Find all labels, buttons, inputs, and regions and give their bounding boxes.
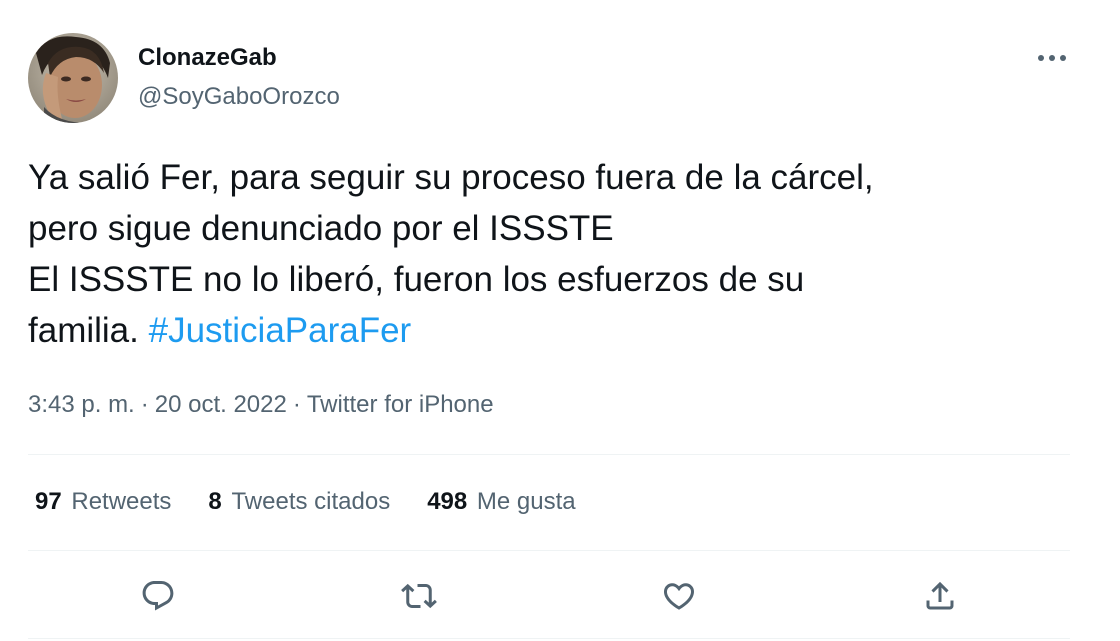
reply-icon (142, 581, 174, 611)
divider (28, 454, 1070, 455)
avatar[interactable] (28, 33, 118, 123)
reply-button[interactable] (134, 572, 182, 620)
hashtag-link[interactable]: #JusticiaParaFer (149, 311, 412, 350)
tweet-text-line: familia. #JusticiaParaFer (28, 305, 1078, 356)
quotes-stat[interactable]: 8 Tweets citados (208, 488, 390, 516)
likes-label: Me gusta (476, 488, 576, 515)
likes-count: 498 (427, 488, 468, 515)
tweet-time[interactable]: 3:43 p. m. (28, 391, 135, 418)
retweets-stat[interactable]: 97 Retweets (35, 488, 171, 516)
retweets-count: 97 (35, 488, 62, 515)
engagement-stats: 97 Retweets 8 Tweets citados 498 Me gust… (35, 488, 613, 516)
meta-separator: · (292, 391, 301, 418)
tweet-date[interactable]: 20 oct. 2022 (155, 391, 287, 418)
more-options-button[interactable] (1030, 40, 1074, 76)
more-dots-icon (1038, 55, 1066, 61)
retweet-button[interactable] (395, 572, 443, 620)
tweet-source[interactable]: Twitter for iPhone (307, 391, 494, 418)
like-button[interactable] (655, 572, 703, 620)
tweet-meta: 3:43 p. m. · 20 oct. 2022 · Twitter for iPho… (28, 391, 494, 419)
author-display-name[interactable]: ClonazeGab (138, 44, 277, 72)
tweet-text-fragment: familia. (28, 311, 139, 350)
retweet-icon (401, 583, 437, 609)
meta-separator: · (140, 391, 149, 418)
share-icon (926, 581, 954, 610)
likes-stat[interactable]: 498 Me gusta (427, 488, 575, 516)
retweets-label: Retweets (71, 488, 172, 515)
heart-icon (663, 583, 695, 610)
divider (28, 550, 1070, 551)
tweet-card: ClonazeGab @SoyGaboOrozco Ya salió Fer, … (0, 0, 1120, 641)
avatar-photo (28, 33, 118, 123)
author-handle[interactable]: @SoyGaboOrozco (138, 83, 340, 111)
tweet-text-line: pero sigue denunciado por el ISSSTE (28, 209, 614, 248)
tweet-text-line: El ISSSTE no lo liberó, fueron los esfue… (28, 260, 805, 299)
tweet-text: Ya salió Fer, para seguir su proceso fue… (28, 152, 1078, 356)
share-button[interactable] (916, 572, 964, 620)
quotes-label: Tweets citados (231, 488, 391, 515)
divider (28, 638, 1070, 639)
quotes-count: 8 (208, 488, 222, 515)
tweet-text-line: Ya salió Fer, para seguir su proceso fue… (28, 158, 874, 197)
